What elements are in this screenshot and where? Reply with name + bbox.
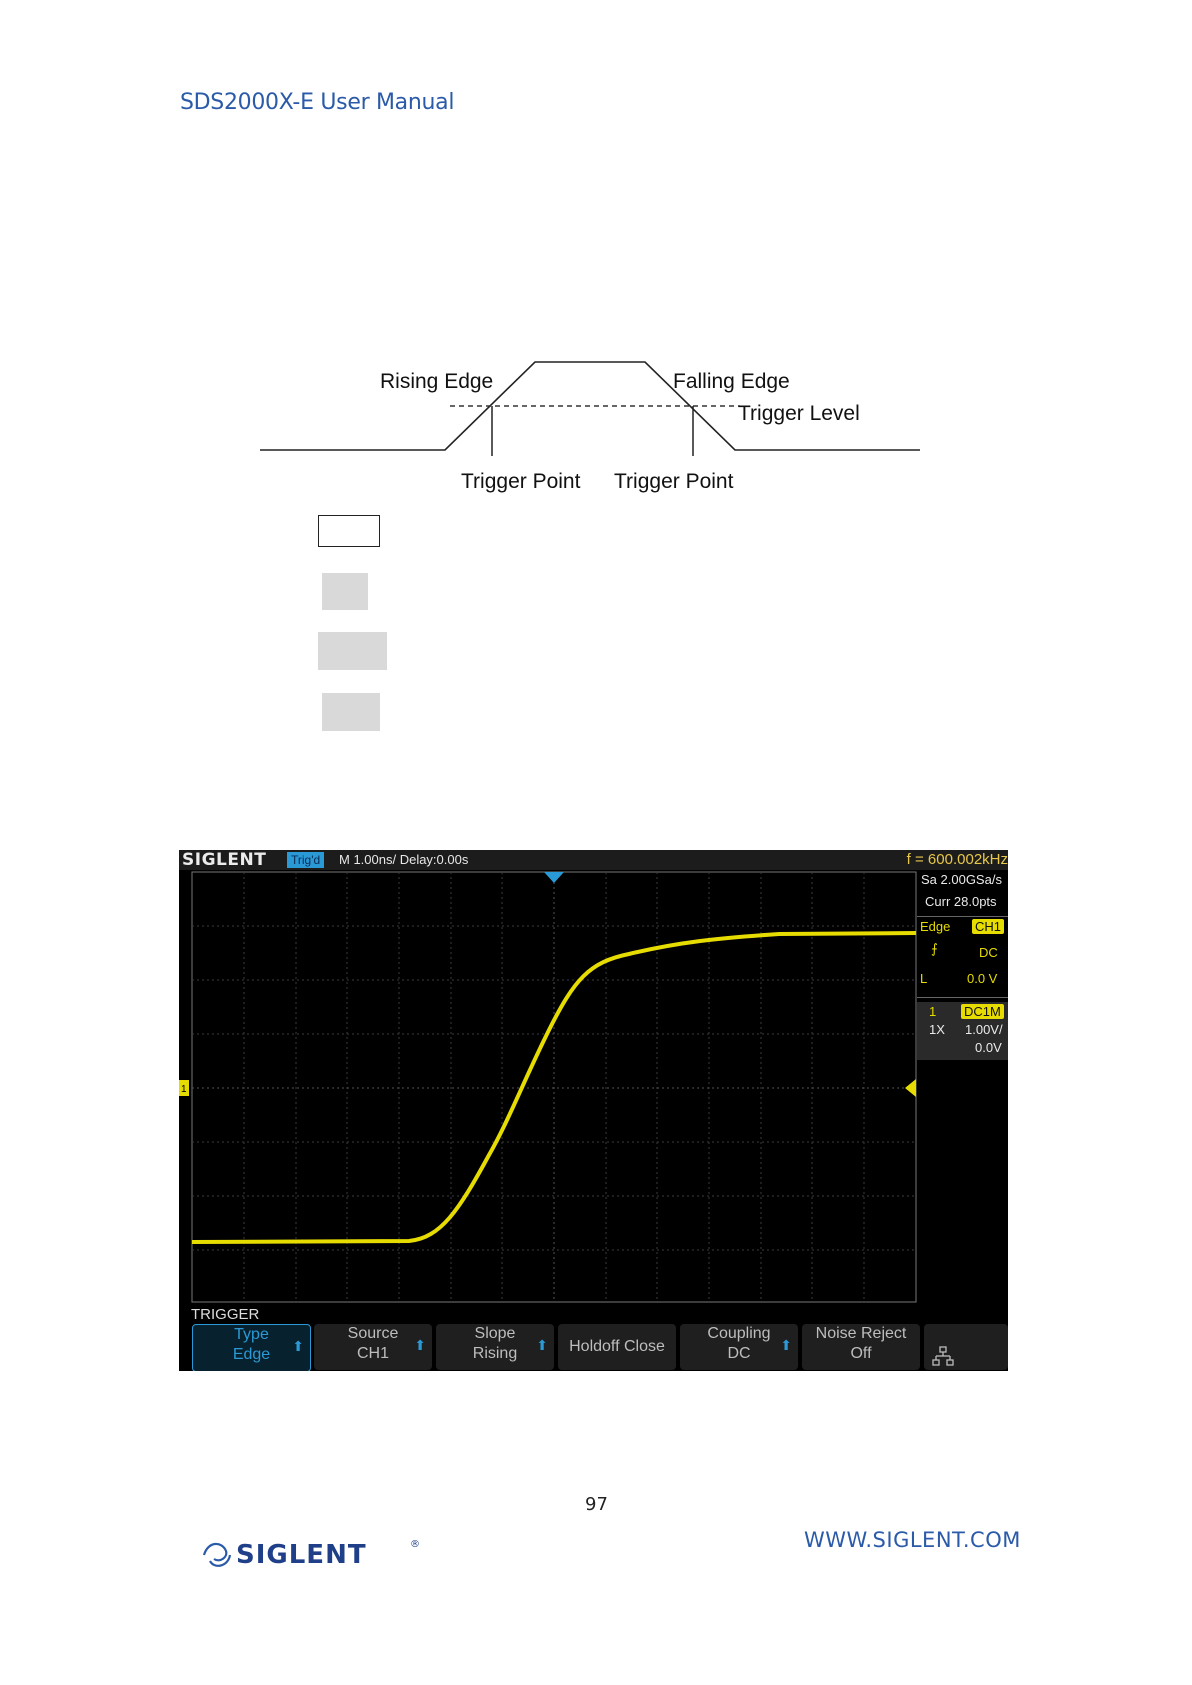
edge-trigger-diagram: Rising Edge Falling Edge Trigger Level T… bbox=[260, 361, 920, 493]
trigger-coupling: DC bbox=[979, 945, 998, 960]
arrow-up-icon: ⬆ bbox=[536, 1337, 548, 1353]
softkey-network[interactable] bbox=[924, 1324, 1008, 1370]
trigger-point-label-left: Trigger Point bbox=[461, 470, 581, 493]
registered-mark: ® bbox=[410, 1539, 420, 1550]
rising-slope-icon: ⨍ bbox=[931, 941, 938, 956]
trigger-status-badge: Trig'd bbox=[287, 852, 325, 868]
channel-marker-label: 1 bbox=[181, 1084, 187, 1095]
trigger-source-badge: CH1 bbox=[972, 919, 1005, 934]
rising-edge-label: Rising Edge bbox=[380, 370, 493, 393]
softkey-holdoff-close[interactable]: Holdoff Close bbox=[558, 1324, 676, 1370]
trigger-level-label-scope: L bbox=[920, 971, 928, 986]
channel-offset: 0.0V bbox=[975, 1040, 1002, 1055]
logo-wordmark: SIGLENT bbox=[236, 1540, 367, 1570]
timebase-readout: M 1.00ns/ Delay:0.00s bbox=[339, 852, 469, 867]
arrow-up-icon: ⬆ bbox=[414, 1337, 426, 1353]
arrow-up-icon: ⬆ bbox=[292, 1338, 304, 1354]
softkey-slope[interactable]: Slope Rising ⬆ bbox=[436, 1324, 554, 1370]
channel-coupling-badge: DC1M bbox=[961, 1004, 1004, 1019]
document-header: SDS2000X-E User Manual bbox=[180, 90, 455, 115]
page-number: 97 bbox=[585, 1494, 608, 1515]
softkey-coupling[interactable]: Coupling DC ⬆ bbox=[680, 1324, 798, 1370]
channel-number: 1 bbox=[929, 1004, 937, 1019]
key-box-gray bbox=[322, 573, 368, 610]
network-icon bbox=[932, 1346, 954, 1366]
trigger-level-value: 0.0 V bbox=[967, 971, 998, 986]
scope-brand-logo: SIGLENT bbox=[182, 850, 267, 870]
siglent-logo-swirl-icon bbox=[202, 1542, 232, 1567]
waveform-grid: 1 bbox=[179, 871, 917, 1303]
trigger-info-box[interactable]: Edge CH1 ⨍ DC L 0.0 V bbox=[917, 916, 1008, 998]
siglent-logo: SIGLENT ® bbox=[202, 1539, 420, 1570]
softkey-type[interactable]: Type Edge ⬆ bbox=[192, 1324, 311, 1371]
arrow-up-icon: ⬆ bbox=[780, 1337, 792, 1353]
softkey-noise-reject[interactable]: Noise Reject Off bbox=[802, 1324, 920, 1370]
trigger-type: Edge bbox=[920, 919, 951, 934]
trigger-point-label-right: Trigger Point bbox=[614, 470, 734, 493]
website-url[interactable]: WWW.SIGLENT.COM bbox=[804, 1528, 1021, 1552]
frequency-readout: f = 600.002kHz bbox=[906, 851, 1008, 868]
sample-rate: Sa 2.00GSa/s bbox=[921, 872, 1002, 887]
trigger-level-label: Trigger Level bbox=[738, 402, 860, 425]
softkey-source[interactable]: Source CH1 ⬆ bbox=[314, 1324, 432, 1370]
scope-status-bar: SIGLENT Trig'd M 1.00ns/ Delay:0.00s f =… bbox=[179, 850, 1008, 870]
channel-info-box[interactable]: 1 DC1M 1X 1.00V/ 0.0V bbox=[917, 1002, 1008, 1060]
oscilloscope-screen: SIGLENT Trig'd M 1.00ns/ Delay:0.00s f =… bbox=[179, 850, 1008, 1371]
key-box-outline bbox=[318, 515, 380, 547]
key-box-gray-medium bbox=[322, 693, 380, 731]
channel-probe: 1X bbox=[929, 1022, 945, 1037]
current-points: Curr 28.0pts bbox=[925, 894, 997, 909]
key-box-gray-wide bbox=[318, 632, 387, 670]
falling-edge-label: Falling Edge bbox=[673, 370, 790, 393]
channel-scale: 1.00V/ bbox=[965, 1022, 1003, 1037]
menu-title: TRIGGER bbox=[191, 1306, 260, 1323]
